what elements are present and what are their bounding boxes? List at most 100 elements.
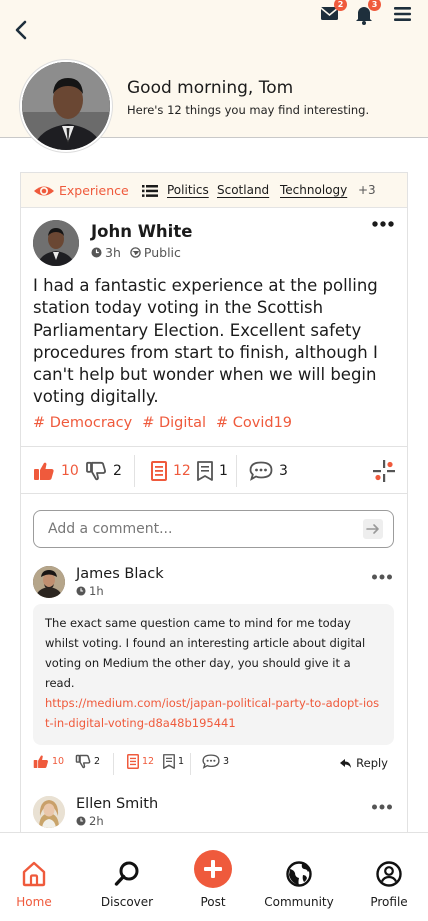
- nav-label: Community: [264, 895, 334, 909]
- nav-home[interactable]: Home: [0, 833, 77, 921]
- comment-meta: 1h: [76, 584, 104, 598]
- post-author-name[interactable]: John White: [91, 222, 192, 241]
- comment-save-count: 12: [142, 756, 155, 767]
- user-icon: [376, 861, 402, 887]
- list-icon[interactable]: [142, 184, 158, 198]
- nav-label: Discover: [100, 895, 154, 909]
- messages-button[interactable]: 2: [318, 0, 347, 28]
- divider: [134, 455, 135, 487]
- comment-bubble: The exact same question came to mind for…: [33, 604, 394, 745]
- thumbs-up-icon: [33, 755, 48, 769]
- hashtag[interactable]: # Democracy: [33, 415, 132, 431]
- plus-icon: [204, 860, 222, 878]
- comment-archive-count: 1: [178, 756, 185, 767]
- comment-text: The exact same question came to mind for…: [45, 616, 366, 690]
- comment-like-button[interactable]: 10: [33, 754, 64, 769]
- author-avatar[interactable]: [33, 220, 79, 266]
- post-button: [194, 850, 232, 888]
- comment-archive-button[interactable]: 1: [163, 754, 184, 769]
- post-time: 3h: [105, 245, 121, 260]
- search-icon: [114, 861, 139, 886]
- send-arrow-icon[interactable]: [363, 519, 383, 539]
- post-actions: 10 2 12 1 3: [21, 446, 407, 494]
- dislike-count: 2: [113, 463, 122, 479]
- thumbs-down-icon: [75, 754, 91, 769]
- comment-more-icon[interactable]: [371, 803, 393, 811]
- back-icon[interactable]: [10, 18, 34, 42]
- commenter-avatar[interactable]: [33, 566, 65, 598]
- greeting: Good morning, Tom: [127, 78, 294, 98]
- comment-save-button[interactable]: 12: [127, 754, 154, 769]
- comment-icon: [249, 461, 273, 481]
- nav-profile[interactable]: Profile: [346, 833, 428, 921]
- reply-label: Reply: [356, 756, 388, 770]
- comment-dislike-button[interactable]: 2: [75, 754, 100, 769]
- user-avatar[interactable]: [20, 60, 112, 152]
- filter-bar: Experience Politics Scotland Technology …: [21, 173, 407, 208]
- globe-small-icon: [130, 247, 141, 258]
- like-count: 10: [61, 463, 79, 479]
- nav-post[interactable]: Post: [170, 833, 256, 921]
- comment-dislike-count: 2: [94, 756, 101, 767]
- nav-label: Profile: [370, 895, 408, 909]
- comment-more-icon[interactable]: [371, 573, 393, 581]
- eye-icon[interactable]: [33, 182, 55, 200]
- filter-tag[interactable]: Scotland: [217, 183, 269, 197]
- globe-icon: [286, 861, 312, 887]
- like-button[interactable]: 10: [33, 460, 79, 482]
- more-tags[interactable]: +3: [358, 183, 376, 197]
- nav-community[interactable]: Community: [256, 833, 342, 921]
- menu-icon: [394, 7, 411, 21]
- comment-comment-count: 3: [223, 756, 230, 767]
- comment-placeholder: Add a comment...: [48, 521, 173, 537]
- comment-input[interactable]: Add a comment...: [33, 510, 394, 548]
- filter-tag[interactable]: Politics: [167, 183, 209, 197]
- comment-like-count: 10: [52, 756, 65, 767]
- reply-arrow-icon: [340, 758, 352, 768]
- archive-icon: [197, 461, 213, 481]
- view-mode-label[interactable]: Experience: [59, 183, 129, 198]
- thumbs-down-icon: [86, 461, 106, 481]
- bottom-navigation: Home Discover Post Community Profile: [0, 832, 428, 921]
- post-visibility: Public: [143, 245, 181, 260]
- comment-button[interactable]: 3: [249, 460, 288, 482]
- archive-icon: [163, 754, 175, 769]
- save-count: 12: [173, 463, 191, 479]
- document-icon: [151, 461, 167, 481]
- notifications-button[interactable]: 3: [352, 0, 381, 28]
- messages-badge: 2: [334, 0, 347, 11]
- comment-count: 3: [279, 463, 288, 479]
- comment-time: 1h: [89, 584, 104, 598]
- commenter-avatar[interactable]: [33, 796, 65, 828]
- nav-discover[interactable]: Discover: [84, 833, 170, 921]
- add-reaction-icon[interactable]: [373, 460, 395, 482]
- filter-tag[interactable]: Technology: [280, 183, 347, 197]
- save-button[interactable]: 12: [151, 460, 191, 482]
- comment-icon: [202, 754, 220, 769]
- divider: [236, 455, 237, 487]
- menu-button[interactable]: [390, 0, 416, 28]
- notifications-badge: 3: [368, 0, 381, 11]
- commenter-name[interactable]: Ellen Smith: [76, 796, 158, 812]
- comment-comment-button[interactable]: 3: [202, 754, 229, 769]
- post-card: Experience Politics Scotland Technology …: [20, 172, 408, 872]
- commenter-name[interactable]: James Black: [76, 566, 164, 582]
- divider: [190, 753, 191, 775]
- reply-button[interactable]: Reply: [339, 756, 388, 770]
- greeting-subtitle: Here's 12 things you may find interestin…: [127, 103, 370, 117]
- dislike-button[interactable]: 2: [85, 460, 122, 482]
- more-options-icon[interactable]: [371, 219, 395, 229]
- archive-button[interactable]: 1: [197, 460, 228, 482]
- comment-link[interactable]: https://medium.com/iost/japan-political-…: [45, 693, 382, 733]
- thumbs-up-icon: [34, 462, 54, 480]
- nav-label: Home: [16, 895, 52, 909]
- comment-actions: 10 2 12 1 3 Reply: [33, 753, 394, 775]
- post-meta: 3h Public: [91, 245, 181, 260]
- hashtag[interactable]: # Covid19: [216, 415, 292, 431]
- clock-icon: [91, 247, 102, 258]
- archive-count: 1: [219, 463, 228, 479]
- nav-label: Post: [200, 895, 226, 909]
- clock-icon: [76, 586, 86, 596]
- hashtag[interactable]: # Digital: [142, 415, 206, 431]
- hashtags: # Democracy # Digital # Covid19: [33, 415, 292, 431]
